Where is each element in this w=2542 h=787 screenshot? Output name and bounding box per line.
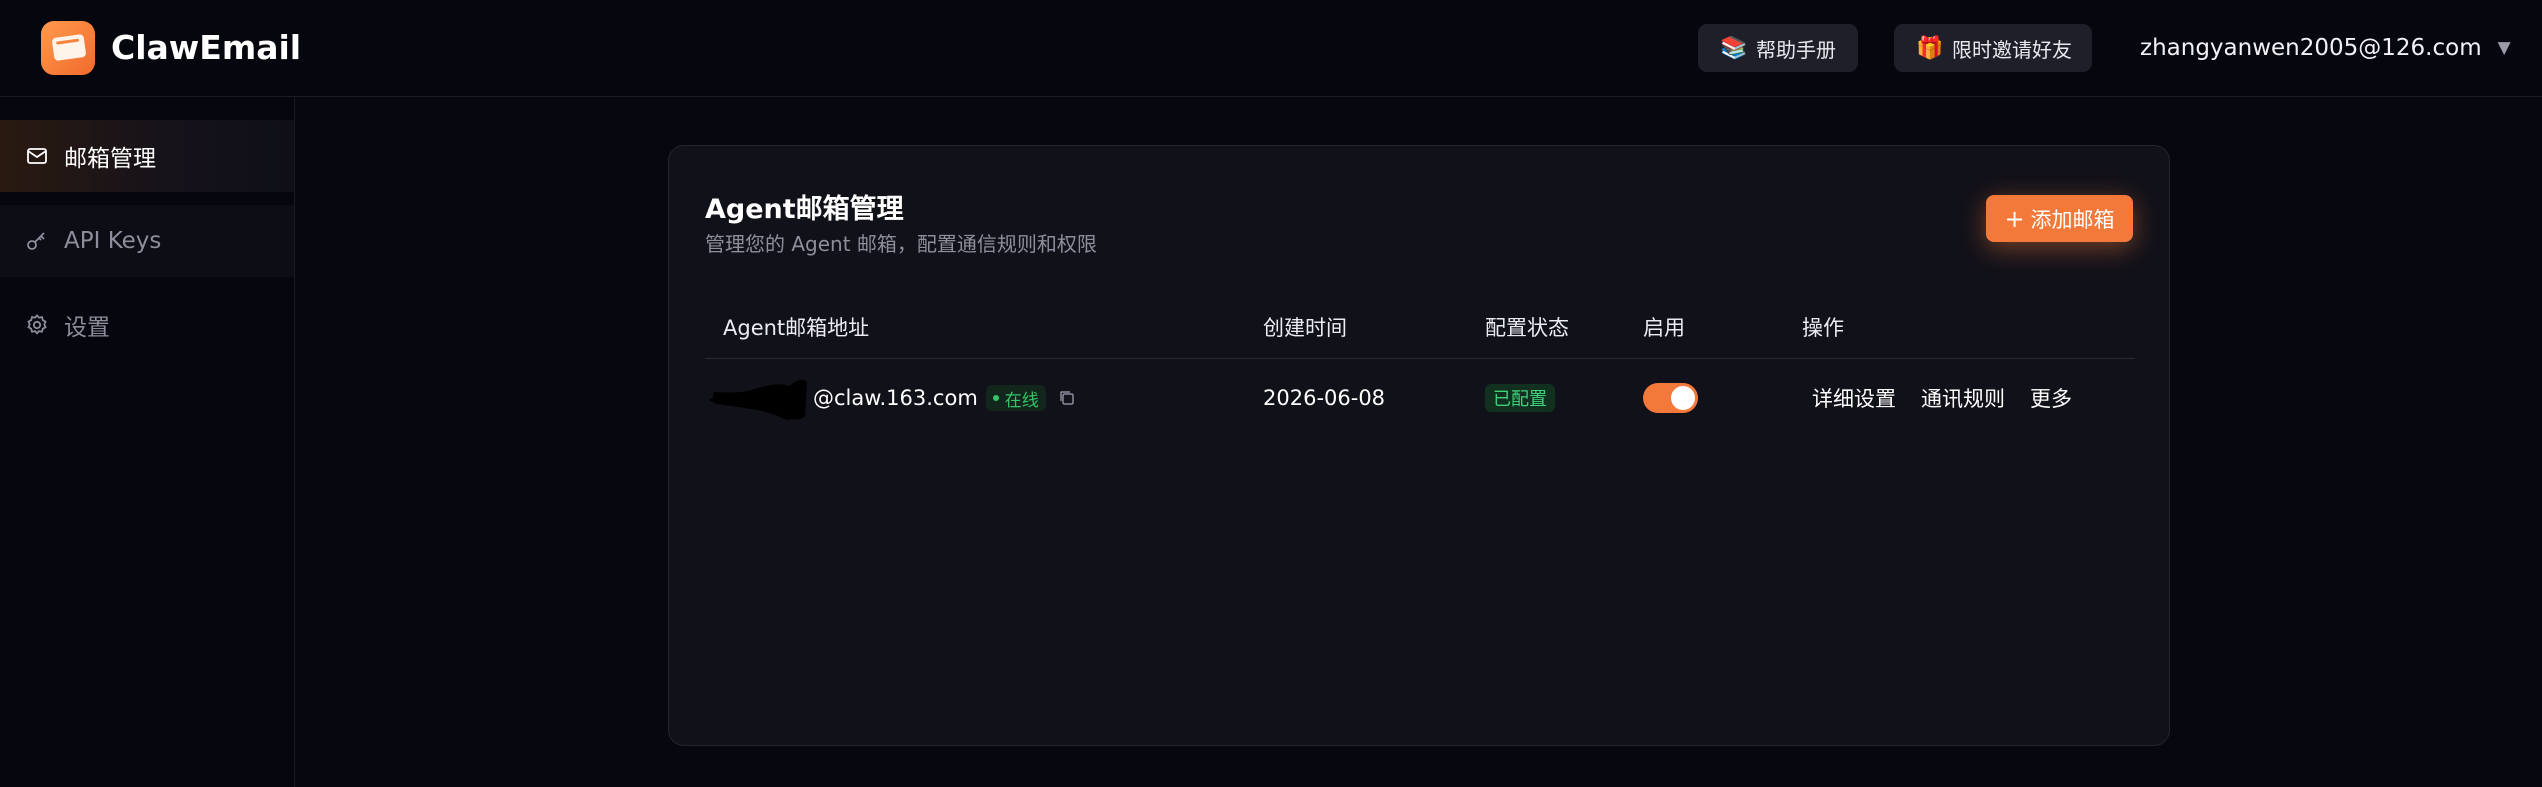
help-manual-label: 帮助手册 <box>1756 37 1836 62</box>
sidebar-item-settings[interactable]: 设置 <box>0 289 294 361</box>
page-title: Agent邮箱管理 <box>705 194 904 225</box>
chevron-down-icon: ▼ <box>2497 38 2511 58</box>
sidebar-item-label: 设置 <box>64 315 110 341</box>
gift-icon: 🎁 <box>1916 35 1944 61</box>
email-address: @claw.163.com <box>813 386 978 410</box>
invite-friends-label: 限时邀请好友 <box>1952 37 2072 62</box>
created-date-cell: 2026-06-08 <box>1263 378 1385 418</box>
created-date: 2026-06-08 <box>1263 386 1386 410</box>
online-status-badge: 在线 <box>985 385 1046 411</box>
claw-email-logo[interactable] <box>41 21 95 75</box>
communication-rules-link[interactable]: 通讯规则 <box>1921 383 2005 413</box>
add-mailbox-button[interactable]: + 添加邮箱 <box>1986 195 2133 242</box>
column-header-enabled: 启用 <box>1643 316 1685 340</box>
page-subtitle: 管理您的 Agent 邮箱，配置通信规则和权限 <box>705 232 1097 256</box>
enabled-cell <box>1643 378 1698 418</box>
mailbox-management-card: Agent邮箱管理 管理您的 Agent 邮箱，配置通信规则和权限 + 添加邮箱… <box>668 145 2170 746</box>
config-status-badge: 已配置 <box>1485 384 1555 412</box>
gear-icon <box>24 312 50 338</box>
add-mailbox-label: 添加邮箱 <box>2030 207 2115 232</box>
user-menu[interactable]: zhangyanwen2005@126.com ▼ <box>2140 30 2511 66</box>
brand-name[interactable]: ClawEmail <box>111 28 301 68</box>
enabled-toggle[interactable] <box>1643 383 1698 413</box>
key-icon <box>24 228 50 254</box>
email-cell: @claw.163.com 在线 <box>707 368 1076 428</box>
sidebar-item-mailbox-management[interactable]: 邮箱管理 <box>0 120 294 192</box>
sidebar-item-api-keys[interactable]: API Keys <box>0 205 294 277</box>
status-dot-icon <box>992 395 999 401</box>
top-bar: ClawEmail 📚 帮助手册 🎁 限时邀请好友 zhangyanwen200… <box>0 0 2542 97</box>
online-status-label: 在线 <box>1004 390 1039 411</box>
actions-cell: 详细设置 通讯规则 更多 <box>1812 378 2097 418</box>
sidebar-item-label: API Keys <box>64 228 162 254</box>
config-status-cell: 已配置 <box>1485 378 1555 418</box>
toggle-knob <box>1671 386 1695 410</box>
detail-settings-link[interactable]: 详细设置 <box>1812 383 1896 413</box>
user-email: zhangyanwen2005@126.com <box>2140 35 2482 61</box>
table-header-divider <box>705 358 2135 359</box>
column-header-created: 创建时间 <box>1263 316 1347 340</box>
books-icon: 📚 <box>1720 35 1748 61</box>
column-header-config-status: 配置状态 <box>1485 316 1569 340</box>
sidebar-item-label: 邮箱管理 <box>64 146 156 172</box>
help-manual-button[interactable]: 📚 帮助手册 <box>1698 24 1858 72</box>
invite-friends-button[interactable]: 🎁 限时邀请好友 <box>1894 24 2092 72</box>
copy-icon[interactable] <box>1058 389 1076 407</box>
redacted-scribble <box>709 379 807 420</box>
sidebar: 邮箱管理 API Keys 设置 <box>0 97 295 787</box>
plus-icon: + <box>2004 204 2025 233</box>
mail-icon <box>24 143 50 169</box>
column-header-email: Agent邮箱地址 <box>723 316 870 340</box>
column-header-actions: 操作 <box>1802 316 1844 340</box>
more-link[interactable]: 更多 <box>2030 383 2072 413</box>
